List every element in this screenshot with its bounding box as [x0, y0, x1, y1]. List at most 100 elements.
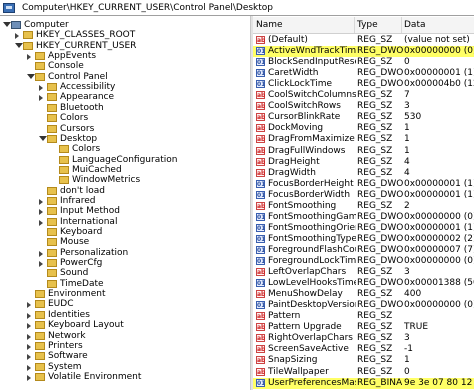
value-row[interactable]: ab LeftOverlapChars REG_SZ 3 [253, 267, 474, 278]
tree-item[interactable]: Accessibility [0, 82, 250, 93]
value-row[interactable]: ab DockMoving REG_SZ 1 [253, 123, 474, 134]
collapsed-arrow-icon[interactable] [39, 209, 43, 216]
tree-item[interactable]: Printers [0, 341, 250, 352]
value-row[interactable]: 01FocusBorderHeightREG_DWORD0x00000001 (… [253, 179, 474, 190]
value-row[interactable]: ab Pattern REG_SZ [253, 311, 474, 322]
tree-item[interactable]: Keyboard Layout [0, 320, 250, 331]
tree-item[interactable]: PowerCfg [0, 258, 250, 269]
value-name: SnapSizing [268, 355, 318, 366]
tree-item[interactable]: HKEY_CLASSES_ROOT [0, 30, 250, 41]
column-name-header[interactable]: Name [256, 20, 283, 30]
address-path[interactable]: Computer\HKEY_CURRENT_USER\Control Panel… [22, 3, 273, 13]
collapsed-arrow-icon[interactable] [27, 364, 31, 371]
value-row[interactable]: 01CaretWidth REG_DWORD0x00000001 (1) [253, 68, 474, 79]
values-list[interactable]: Name Type Data ab (Default) REG_SZ (value n… [253, 17, 474, 390]
tree-item[interactable]: Software [0, 351, 250, 362]
tree-item[interactable]: Bluetooth [0, 103, 250, 114]
tree-item[interactable]: International [0, 217, 250, 228]
value-row[interactable]: ab CursorBlinkRate REG_SZ 530 [253, 112, 474, 123]
tree-item[interactable]: Colors [0, 144, 250, 155]
value-name: ForegroundLockTimeout [268, 256, 356, 266]
value-row[interactable]: ab DragFullWindows REG_SZ 1 [253, 146, 474, 157]
address-bar[interactable]: Computer\HKEY_CURRENT_USER\Control Panel… [0, 0, 474, 16]
collapsed-arrow-icon[interactable] [27, 354, 31, 361]
value-row[interactable]: 01ActiveWndTrackTimeoutREG_DWORD0x000000… [253, 46, 474, 58]
collapsed-arrow-icon[interactable] [27, 312, 31, 319]
value-row[interactable]: ab (Default) REG_SZ (value not set) [253, 35, 474, 46]
tree-item[interactable]: LanguageConfiguration [0, 155, 250, 166]
value-row[interactable]: 01FontSmoothingGammaREG_DWORD0x00000000 … [253, 212, 474, 223]
value-row[interactable]: 01UserPreferencesMaskREG_BINARY9e 3e 07 … [253, 377, 474, 389]
expanded-arrow-icon[interactable] [3, 22, 11, 27]
tree-item[interactable]: AppEvents [0, 51, 250, 62]
expanded-arrow-icon[interactable] [15, 42, 23, 48]
tree-item[interactable]: Infrared [0, 196, 250, 207]
value-row[interactable]: ab FontSmoothing REG_SZ 2 [253, 201, 474, 212]
value-row[interactable]: 01BlockSendInputResetsREG_SZ 0 [253, 57, 474, 68]
value-row[interactable]: ab RightOverlapChars REG_SZ 3 [253, 333, 474, 344]
value-row[interactable]: ab CoolSwitchRows REG_SZ 3 [253, 101, 474, 112]
value-row[interactable]: 01FontSmoothingTypeREG_DWORD0x00000002 (… [253, 234, 474, 245]
tree-item[interactable]: Control Panel [0, 72, 250, 83]
value-row[interactable]: 01LowLevelHooksTimeoutREG_DWORD0x0000138… [253, 278, 474, 289]
value-row[interactable]: ab TileWallpaper REG_SZ 0 [253, 367, 474, 378]
tree-item[interactable]: Desktop [0, 134, 250, 145]
tree-item[interactable]: Volatile Environment [0, 372, 250, 383]
tree-item[interactable]: EUDC [0, 299, 250, 310]
collapsed-arrow-icon[interactable] [39, 250, 43, 257]
collapsed-arrow-icon[interactable] [27, 333, 31, 340]
value-row[interactable]: 01ClickLockTime REG_DWORD0x000004b0 (1200… [253, 79, 474, 90]
tree-item[interactable]: don't load [0, 186, 250, 197]
collapsed-arrow-icon[interactable] [39, 95, 43, 102]
computer-icon [3, 3, 15, 13]
collapsed-arrow-icon[interactable] [39, 219, 43, 226]
collapsed-arrow-icon[interactable] [39, 198, 43, 205]
expanded-arrow-icon[interactable] [39, 135, 47, 141]
tree-item[interactable]: Network [0, 331, 250, 342]
value-row[interactable]: ab CoolSwitchColumns REG_SZ 7 [253, 90, 474, 101]
tree-item[interactable]: Identities [0, 310, 250, 321]
value-row[interactable]: 01ForegroundFlashCountREG_DWORD0x0000000… [253, 245, 474, 256]
collapsed-arrow-icon[interactable] [27, 323, 31, 330]
collapsed-arrow-icon[interactable] [27, 54, 31, 61]
tree-item[interactable]: Personalization [0, 248, 250, 259]
value-row[interactable]: ab Pattern Upgrade REG_SZ TRUE [253, 322, 474, 333]
value-row[interactable]: ab MenuShowDelay REG_SZ 400 [253, 289, 474, 300]
tree-item[interactable]: Input Method [0, 206, 250, 217]
value-data: 0x00000000 (0) [404, 211, 474, 222]
value-row[interactable]: 01FontSmoothingOrientationREG_DWORD0x000… [253, 223, 474, 234]
tree-item[interactable]: HKEY_CURRENT_USER [0, 41, 250, 52]
collapsed-arrow-icon[interactable] [27, 302, 31, 309]
tree-item[interactable]: Console [0, 61, 250, 72]
tree-item[interactable]: Colors [0, 113, 250, 124]
tree-item[interactable]: Sound [0, 268, 250, 279]
tree-item[interactable]: Computer [0, 20, 250, 31]
collapsed-arrow-icon[interactable] [39, 261, 43, 268]
tree-item[interactable]: Mouse [0, 237, 250, 248]
folder-icon [47, 207, 57, 216]
value-row[interactable]: ab ScreenSaveActive REG_SZ -1 [253, 344, 474, 355]
column-type-header[interactable]: Type [357, 20, 378, 30]
value-row[interactable]: ab DragHeight REG_SZ 4 [253, 157, 474, 168]
collapsed-arrow-icon[interactable] [39, 85, 43, 92]
value-row[interactable]: ab DragFromMaximize REG_SZ 1 [253, 134, 474, 145]
tree-item[interactable]: Environment [0, 289, 250, 300]
registry-tree[interactable]: Computer HKEY_CLASSES_ROOT HKEY_CURRENT_US… [0, 17, 250, 390]
value-row[interactable]: ab DragWidth REG_SZ 4 [253, 168, 474, 179]
column-data-header[interactable]: Data [404, 20, 426, 30]
tree-item[interactable]: MuiCached [0, 165, 250, 176]
tree-item[interactable]: TimeDate [0, 279, 250, 290]
tree-item[interactable]: WindowMetrics [0, 175, 250, 186]
value-row[interactable]: 01ForegroundLockTimeoutREG_DWORD0x000000… [253, 256, 474, 267]
collapsed-arrow-icon[interactable] [27, 374, 31, 381]
collapsed-arrow-icon[interactable] [27, 343, 31, 350]
expanded-arrow-icon[interactable] [27, 73, 35, 79]
value-row[interactable]: ab SnapSizing REG_SZ 1 [253, 355, 474, 366]
value-row[interactable]: 01FocusBorderWidth REG_DWORD0x00000001 (1… [253, 190, 474, 201]
tree-item[interactable]: Cursors [0, 124, 250, 135]
tree-item[interactable]: System [0, 362, 250, 373]
tree-item[interactable]: Appearance [0, 92, 250, 103]
collapsed-arrow-icon[interactable] [15, 33, 19, 40]
value-row[interactable]: 01PaintDesktopVersionREG_DWORD0x00000000… [253, 300, 474, 311]
tree-item[interactable]: Keyboard [0, 227, 250, 238]
